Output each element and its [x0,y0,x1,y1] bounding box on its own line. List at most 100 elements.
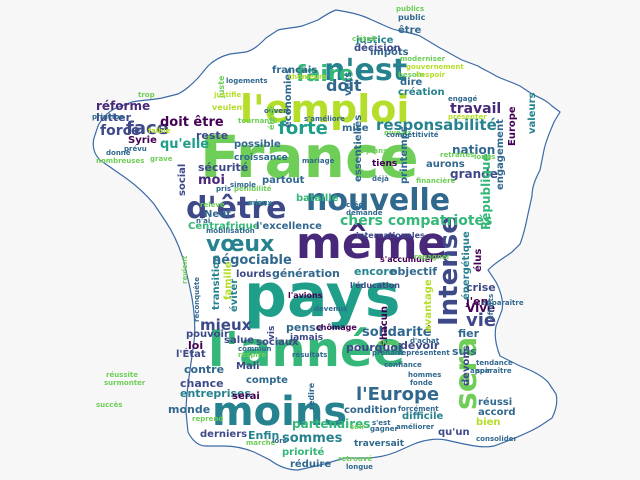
word: reconquête [193,277,201,322]
word: longue [346,463,373,471]
word: apparaître [482,299,524,307]
word: marché [246,439,276,447]
word: élus [473,248,484,272]
word: financière [416,177,456,185]
word: mariage [302,157,335,165]
word: l'espoir [416,71,446,79]
word: Mali [236,361,260,372]
word: lourds [236,269,272,280]
word: élevé [267,105,276,130]
word: génération [272,267,340,280]
word: République [479,153,493,230]
word: famille [223,261,234,300]
word: possible [234,139,281,150]
word: tendance [476,359,513,367]
word: début [291,152,299,176]
word: pouvoir [186,329,229,340]
word: logements [226,77,268,85]
word: demande [346,209,383,217]
word: aurons [426,159,465,170]
word: jamais [290,333,324,343]
word: l'éducation [350,281,400,290]
word: l'avions [288,291,323,300]
word: lors [272,437,287,445]
word: chômage [316,323,357,332]
word: devenus [314,305,348,313]
word: réduire [290,459,332,470]
word: longs [474,153,496,161]
word: veulent [212,103,247,112]
word: Europe [507,106,518,146]
word: sécurité [198,161,249,174]
word: mise [342,123,369,134]
word: consolider [476,435,517,443]
word: soir [476,367,491,375]
word: soir [350,423,365,431]
word: sommes [282,431,343,446]
word: vers [343,71,354,96]
word: principe [92,113,125,121]
word: reprend [192,415,224,423]
word: représentent [398,349,450,357]
word: Intense [434,216,464,326]
word: fonde [410,379,433,387]
word: succès [96,401,123,409]
word: être [398,25,422,36]
word: redire [307,382,316,410]
word: surmonter [104,379,146,387]
word: plans [366,147,388,155]
word: relevé [200,201,225,209]
word: création [398,87,445,98]
word: revient [181,255,189,284]
word: tiens [372,159,398,169]
word: devons [461,345,472,386]
word: s'est [372,419,391,427]
word: avantage [423,279,434,332]
word: simple [230,181,257,189]
word: fier [458,327,480,340]
word: améliorer [396,423,435,431]
word: qu'un [438,427,470,438]
word: retrouvé [338,455,373,463]
word: l'État [176,349,206,360]
word: engagement [495,119,506,190]
word: énergétique [461,231,472,300]
word: nombreuses [96,157,145,165]
word: l'Europe [356,384,440,405]
word: public [398,13,426,22]
word: mobilisation [206,227,255,235]
word: l'excellence [256,221,322,232]
word: croissance [234,153,288,163]
word: serai [232,391,260,402]
word: décision [354,43,401,54]
word: hommes [408,371,442,379]
word: gagner [370,425,398,433]
word: créé [346,201,364,209]
word: trop [138,91,155,99]
word: choix [378,339,399,347]
word: difficile [402,411,444,422]
word: gouvernement [406,63,464,71]
word: pris [216,185,232,193]
word: transition [211,254,222,310]
word: monde [168,403,211,416]
word: prévu [124,145,147,153]
word: mieux [248,199,272,207]
word: traversait [354,439,405,449]
word: condition [344,405,397,416]
word: compétitivité [386,131,439,139]
word: réussite [106,371,139,379]
word: regagner [414,253,451,261]
word: objectif [390,265,437,278]
word: présenter [448,113,487,121]
word: respire [238,351,266,359]
word: justifie [214,91,242,99]
word: dire [400,77,423,88]
word: derniers [200,429,248,440]
word: prenant [372,349,404,357]
word: n'ai [196,217,211,225]
word: publics [396,5,425,13]
word: forcément [398,405,439,413]
word: engagé [448,95,478,103]
word: d'achat [410,337,440,345]
